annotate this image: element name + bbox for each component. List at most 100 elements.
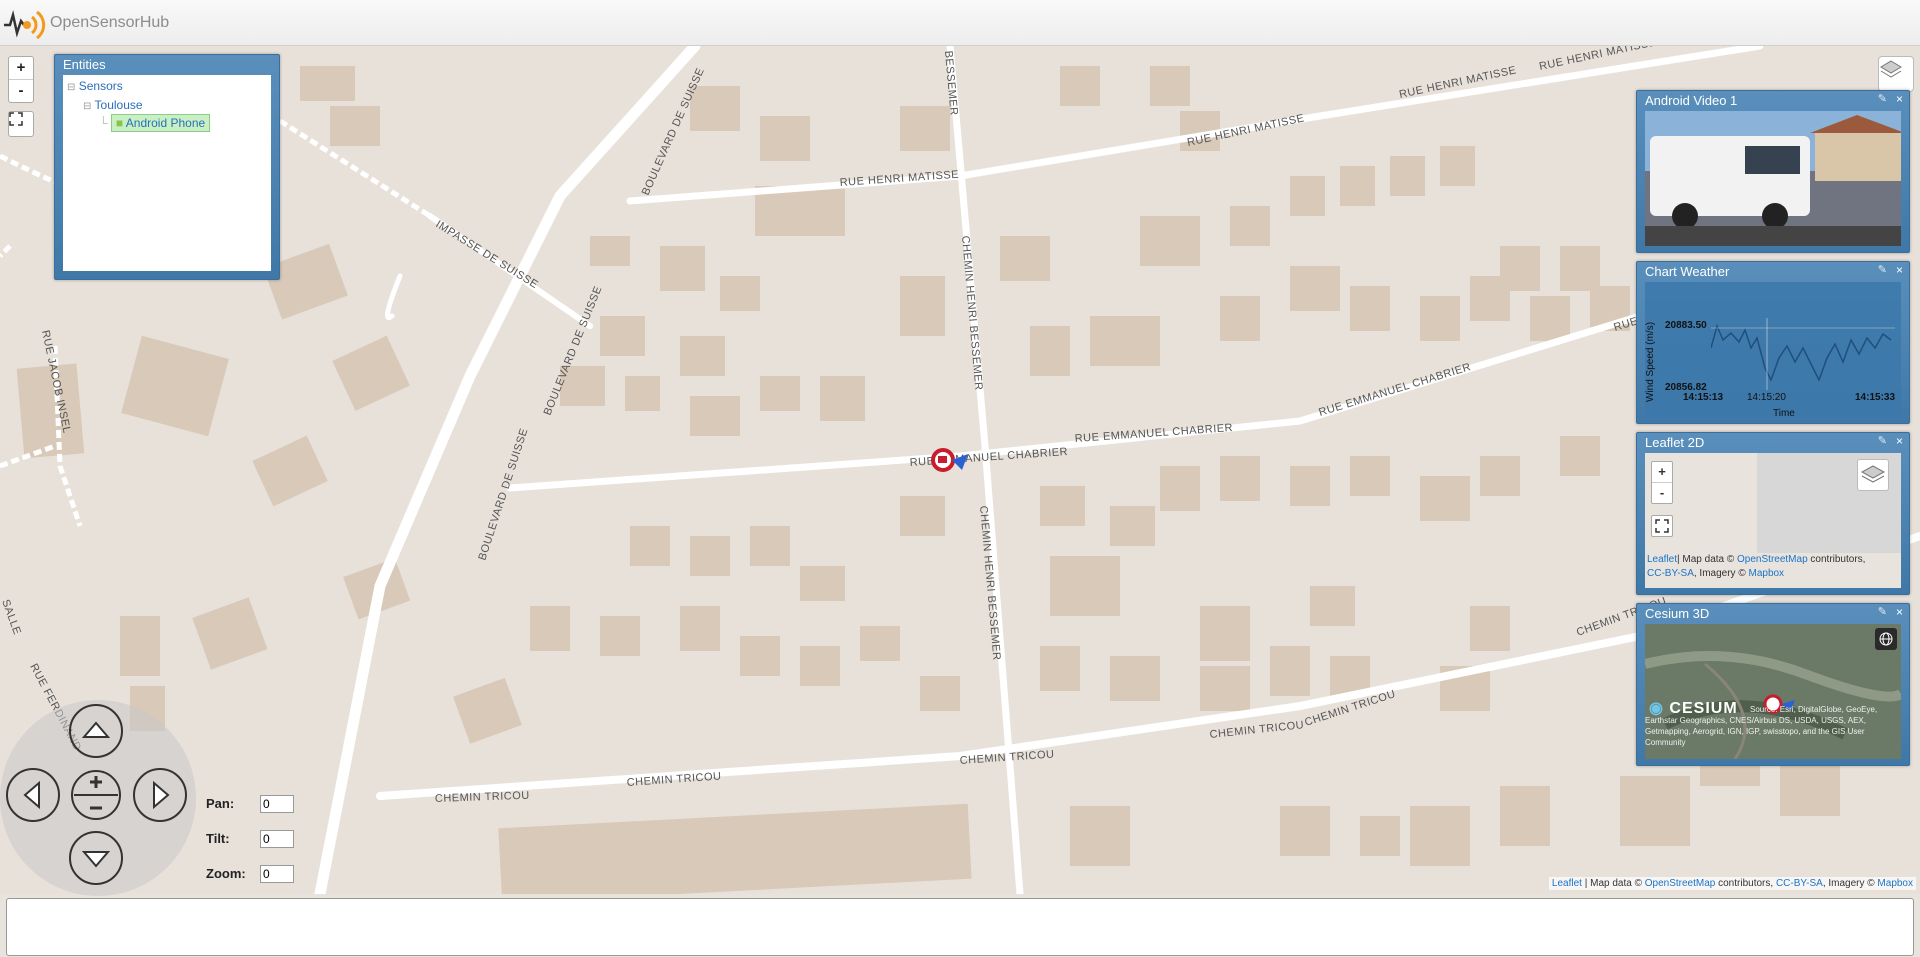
chart-area: Wind Speed (m/s) 20883.50 20856.82 14:15… xyxy=(1645,282,1901,419)
tree-label-toulouse[interactable]: Toulouse xyxy=(95,98,143,112)
leaflet2d-attr-mid: | Map data © xyxy=(1677,554,1738,565)
leaflet2d-map[interactable]: + - Leaflet| Map data © OpenStreetMap co… xyxy=(1645,453,1901,588)
layers-icon xyxy=(1880,60,1902,78)
attr-ccbysa-link[interactable]: CC-BY-SA xyxy=(1776,878,1823,889)
label-rue-emmanuel-chabrier-2: RUE EMMANUEL CHABRIER xyxy=(1074,422,1233,445)
attr-osm-link[interactable]: OpenStreetMap xyxy=(1645,878,1716,889)
globe-button[interactable] xyxy=(1875,628,1897,650)
fullscreen-button[interactable] xyxy=(8,111,34,137)
tree-connector: └ xyxy=(99,116,108,130)
label-boulevard-de-suisse-1: BOULEVARD DE SUISSE xyxy=(640,66,707,197)
pan-input[interactable] xyxy=(260,794,294,813)
tilt-input[interactable] xyxy=(260,829,294,848)
leaflet2d-attr-osm[interactable]: OpenStreetMap xyxy=(1737,554,1808,565)
leaflet2d-widget-title: Leaflet 2D xyxy=(1645,435,1705,450)
zoom-in-button[interactable]: + xyxy=(9,57,33,80)
label-chemin-tricou-1: CHEMIN TRICOU xyxy=(435,790,530,805)
chart-widget: Chart Weather ✎ × Wind Speed (m/s) 20883… xyxy=(1636,261,1910,424)
map-zoom-control: + - xyxy=(8,56,34,103)
tree-node-sensors[interactable]: ⊟ Sensors xyxy=(67,79,123,93)
pan-row: Pan: xyxy=(206,786,294,821)
attr-leaflet-link[interactable]: Leaflet xyxy=(1552,878,1582,889)
fullscreen-icon xyxy=(9,112,23,126)
globe-icon xyxy=(1879,632,1893,646)
label-salle: SALLE xyxy=(0,598,23,637)
label-boulevard-de-suisse-3: BOULEVARD DE SUISSE xyxy=(476,427,530,562)
android-icon: ■ xyxy=(115,116,124,130)
leaflet2d-widget: Leaflet 2D ✎ × + - Leaflet| Map data © O… xyxy=(1636,432,1910,595)
console-area[interactable] xyxy=(6,898,1914,956)
tilt-row: Tilt: xyxy=(206,821,294,856)
layers-button[interactable] xyxy=(1878,56,1914,92)
attr-text-3: , Imagery © xyxy=(1822,878,1878,889)
zoom-row: Zoom: xyxy=(206,856,294,891)
close-icon[interactable]: × xyxy=(1896,263,1903,277)
leaflet2d-layers-button[interactable] xyxy=(1857,459,1889,491)
camera-fields: Pan: Tilt: Zoom: xyxy=(206,786,294,891)
leaflet2d-attribution: Leaflet| Map data © OpenStreetMap contri… xyxy=(1647,553,1899,581)
tree-label-android-phone[interactable]: Android Phone xyxy=(126,116,205,130)
map-attribution: Leaflet | Map data © OpenStreetMap contr… xyxy=(1548,877,1916,890)
leaflet2d-fullscreen-button[interactable] xyxy=(1651,515,1673,537)
chart-xlabel: Time xyxy=(1773,408,1795,419)
app-title: OpenSensorHub xyxy=(50,13,170,31)
collapse-icon[interactable]: ⊟ xyxy=(83,101,91,112)
tilt-label: Tilt: xyxy=(206,831,230,846)
entities-panel: Entities ⊟ Sensors ⊟ Toulouse └ ■ Androi… xyxy=(54,54,280,280)
pin-icon[interactable]: ✎ xyxy=(1878,92,1887,105)
leaflet2d-zoom: + - xyxy=(1651,461,1673,504)
chart-ymax: 20883.50 xyxy=(1665,320,1707,331)
main-map[interactable]: BOULEVARD DE SUISSE BOULEVARD DE SUISSE … xyxy=(0,46,1920,894)
label-chemin-tricou-4: CHEMIN TRICOU xyxy=(1209,719,1305,741)
opensensorhub-logo-icon xyxy=(4,9,46,39)
zoom-out-button[interactable]: - xyxy=(9,80,33,102)
chart-t-start: 14:15:13 xyxy=(1683,392,1724,403)
tree-node-toulouse[interactable]: ⊟ Toulouse xyxy=(83,98,143,112)
leaflet2d-attr-contrib: contributors, xyxy=(1807,554,1866,565)
cesium-widget-title: Cesium 3D xyxy=(1645,606,1710,621)
close-icon[interactable]: × xyxy=(1896,605,1903,619)
pan-label: Pan: xyxy=(206,796,235,811)
pin-icon[interactable]: ✎ xyxy=(1878,605,1887,618)
video-image xyxy=(1645,111,1901,246)
leaflet2d-zoom-in[interactable]: + xyxy=(1652,462,1672,483)
cesium-widget: Cesium 3D ✎ × ◉ CESIUM Source: Esri, Dig… xyxy=(1636,603,1910,766)
pin-icon[interactable]: ✎ xyxy=(1878,263,1887,276)
label-chemin-tricou-2: CHEMIN TRICOU xyxy=(626,770,722,789)
video-widget-title: Android Video 1 xyxy=(1645,93,1738,108)
zoom-input[interactable] xyxy=(260,864,294,883)
cesium-globe[interactable]: ◉ CESIUM Source: Esri, DigitalGlobe, Geo… xyxy=(1645,624,1901,759)
tree-label-sensors[interactable]: Sensors xyxy=(79,79,123,93)
map-tiles[interactable]: BOULEVARD DE SUISSE BOULEVARD DE SUISSE … xyxy=(0,46,1920,894)
nav-pad-graphic xyxy=(6,704,187,885)
chart-t-end: 14:15:33 xyxy=(1855,392,1896,403)
attr-text-2: contributors, xyxy=(1715,878,1776,889)
app-header: OpenSensorHub xyxy=(0,0,1920,46)
tree-node-android-phone[interactable]: └ ■ Android Phone xyxy=(99,114,211,132)
video-widget: Android Video 1 ✎ × xyxy=(1636,90,1910,253)
leaflet2d-attr-mapbox[interactable]: Mapbox xyxy=(1748,568,1784,579)
tree-item-android-phone[interactable]: ■ Android Phone xyxy=(110,114,211,132)
leaflet2d-attr-cc[interactable]: CC-BY-SA xyxy=(1647,568,1694,579)
label-rue-emmanuel-chabrier-3: RUE EMMANUEL CHABRIER xyxy=(1317,361,1472,419)
chart-widget-title: Chart Weather xyxy=(1645,264,1730,279)
close-icon[interactable]: × xyxy=(1896,434,1903,448)
label-chemin-henri-bessemer-1: CHEMIN HENRI BESSEMER xyxy=(959,235,984,391)
label-rue-henri-matisse-1: RUE HENRI MATISSE xyxy=(839,169,959,189)
label-impasse-de-suisse: IMPASSE DE SUISSE xyxy=(433,218,540,291)
navigation-pad xyxy=(0,700,196,896)
leaflet2d-zoom-out[interactable]: - xyxy=(1652,483,1672,503)
leaflet2d-attr-imagery: , Imagery © xyxy=(1693,568,1749,579)
close-icon[interactable]: × xyxy=(1896,92,1903,106)
zoom-label: Zoom: xyxy=(206,866,246,881)
wind-speed-line xyxy=(1711,318,1895,390)
chart-ylabel: Wind Speed (m/s) xyxy=(1645,321,1656,402)
pin-icon[interactable]: ✎ xyxy=(1878,434,1887,447)
cesium-credit: Source: Esri, DigitalGlobe, GeoEye, Eart… xyxy=(1645,705,1878,747)
leaflet2d-attr-leaflet[interactable]: Leaflet xyxy=(1647,554,1677,565)
attr-mapbox-link[interactable]: Mapbox xyxy=(1877,878,1913,889)
chart-t-mid: 14:15:20 xyxy=(1747,392,1786,403)
fullscreen-icon xyxy=(1655,519,1669,533)
collapse-icon[interactable]: ⊟ xyxy=(67,82,75,93)
attr-text-1: | Map data © xyxy=(1581,878,1645,889)
